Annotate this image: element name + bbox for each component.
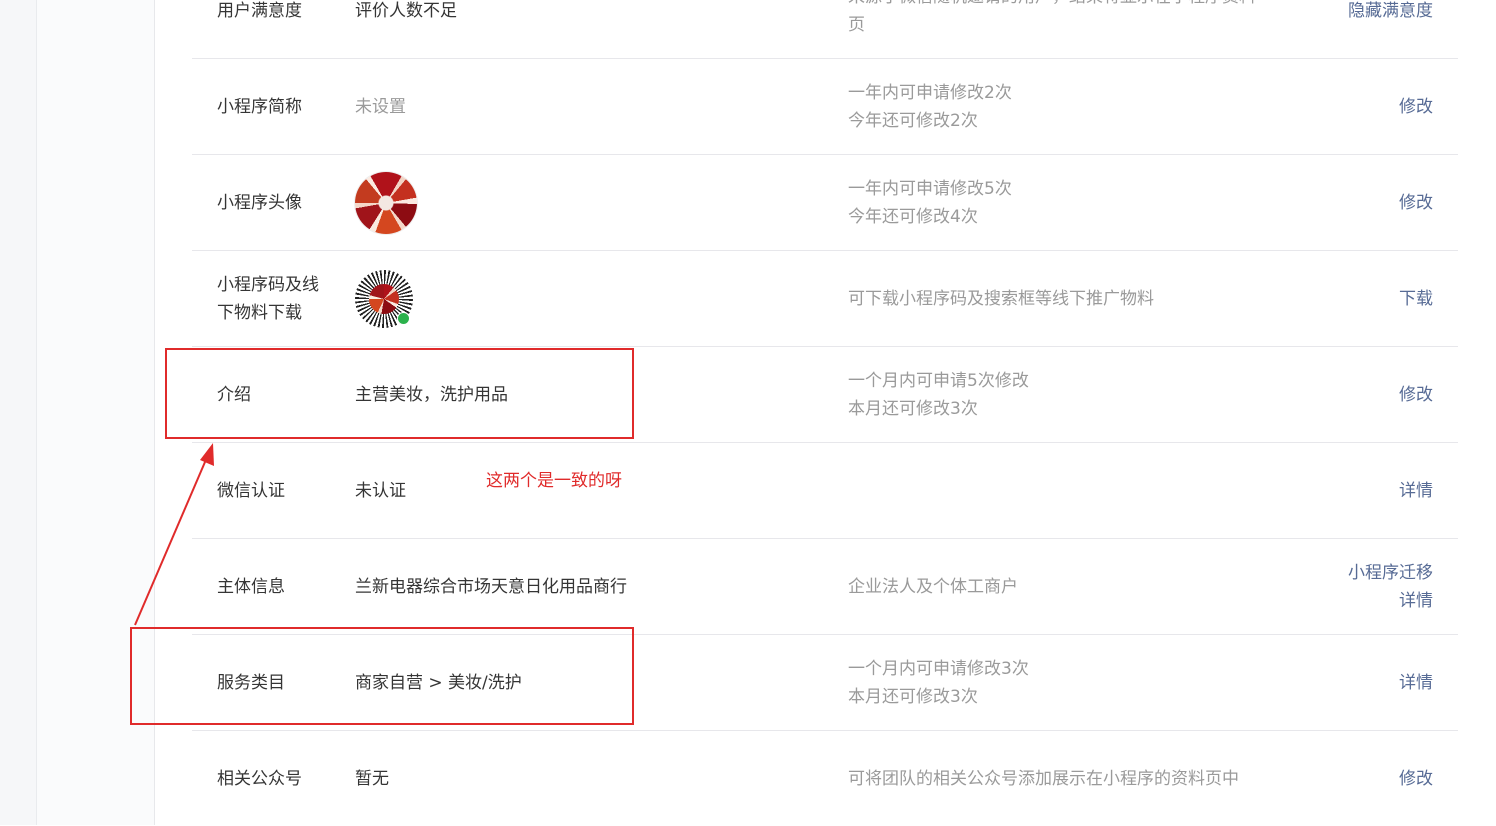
edit-official-account-link[interactable]: 修改 [1399, 765, 1433, 793]
row-value [355, 251, 775, 346]
hide-satisfaction-link[interactable]: 隐藏满意度 [1348, 0, 1433, 25]
annotation-text: 这两个是一致的呀 [486, 471, 622, 491]
row-wechat-verification: 微信认证 未认证 详情 [192, 443, 1458, 539]
row-note: 来源于微信随机邀请的用户，结果将显示在小程序资料页 [848, 0, 1256, 35]
row-actions: 修改 [1233, 155, 1433, 250]
row-note: 一年内可申请修改5次 今年还可修改4次 [848, 178, 1012, 227]
row-value: 未设置 [355, 96, 406, 117]
row-label: 小程序头像 [217, 192, 302, 213]
row-note: 一个月内可申请5次修改 本月还可修改3次 [848, 370, 1029, 419]
row-note: 可将团队的相关公众号添加展示在小程序的资料页中 [848, 768, 1239, 789]
highlight-service-category-box [130, 627, 634, 725]
row-actions: 修改 [1233, 731, 1433, 826]
row-actions: 下载 [1233, 251, 1433, 346]
row-user-satisfaction: 用户满意度 评价人数不足 来源于微信随机邀请的用户，结果将显示在小程序资料页 隐… [192, 0, 1458, 59]
mini-program-code-icon [355, 269, 413, 328]
row-actions: 详情 [1233, 443, 1433, 538]
row-note: 企业法人及个体工商户 [848, 576, 1018, 597]
row-label: 相关公众号 [217, 768, 302, 789]
left-gutter [0, 0, 37, 825]
row-label: 用户满意度 [217, 0, 302, 21]
row-entity-info: 主体信息 兰新电器综合市场天意日化用品商行 企业法人及个体工商户 小程序迁移 详… [192, 539, 1458, 635]
row-actions: 详情 [1233, 635, 1433, 730]
row-value: 暂无 [355, 768, 389, 789]
row-label: 主体信息 [217, 576, 285, 597]
highlight-introduction-box [165, 348, 634, 439]
wechat-badge-icon [397, 311, 410, 325]
download-link[interactable]: 下载 [1399, 285, 1433, 313]
row-value: 兰新电器综合市场天意日化用品商行 [355, 576, 627, 597]
row-value: 评价人数不足 [355, 0, 457, 21]
row-label: 微信认证 [217, 480, 285, 501]
entity-details-link[interactable]: 详情 [1399, 587, 1433, 615]
category-details-link[interactable]: 详情 [1399, 669, 1433, 697]
row-note: 一年内可申请修改2次 今年还可修改2次 [848, 82, 1012, 131]
row-avatar: 小程序头像 一年内可申请修改5次 今年还可修改4次 修改 [192, 155, 1458, 251]
row-related-official-account: 相关公众号 暂无 可将团队的相关公众号添加展示在小程序的资料页中 修改 [192, 731, 1458, 826]
row-label: 小程序简称 [217, 96, 302, 117]
flower-logo-avatar-icon [355, 171, 417, 234]
row-short-name: 小程序简称 未设置 一年内可申请修改2次 今年还可修改2次 修改 [192, 59, 1458, 155]
row-value [355, 155, 775, 250]
row-note: 一个月内可申请修改3次 本月还可修改3次 [848, 658, 1029, 707]
row-actions: 修改 [1233, 59, 1433, 154]
migrate-mini-program-link[interactable]: 小程序迁移 [1348, 559, 1433, 587]
row-label: 小程序码及线 下物料下载 [217, 274, 319, 323]
row-actions: 隐藏满意度 [1233, 0, 1433, 58]
edit-short-name-link[interactable]: 修改 [1399, 93, 1433, 121]
edit-avatar-link[interactable]: 修改 [1399, 189, 1433, 217]
row-actions: 修改 [1233, 347, 1433, 442]
row-actions: 小程序迁移 详情 [1233, 539, 1433, 634]
row-note: 可下载小程序码及搜索框等线下推广物料 [848, 288, 1154, 309]
row-mini-program-code: 小程序码及线 下物料下载 可下载小程序码及搜索框等线下推广物料 下载 [192, 251, 1458, 347]
verification-details-link[interactable]: 详情 [1399, 477, 1433, 505]
edit-introduction-link[interactable]: 修改 [1399, 381, 1433, 409]
